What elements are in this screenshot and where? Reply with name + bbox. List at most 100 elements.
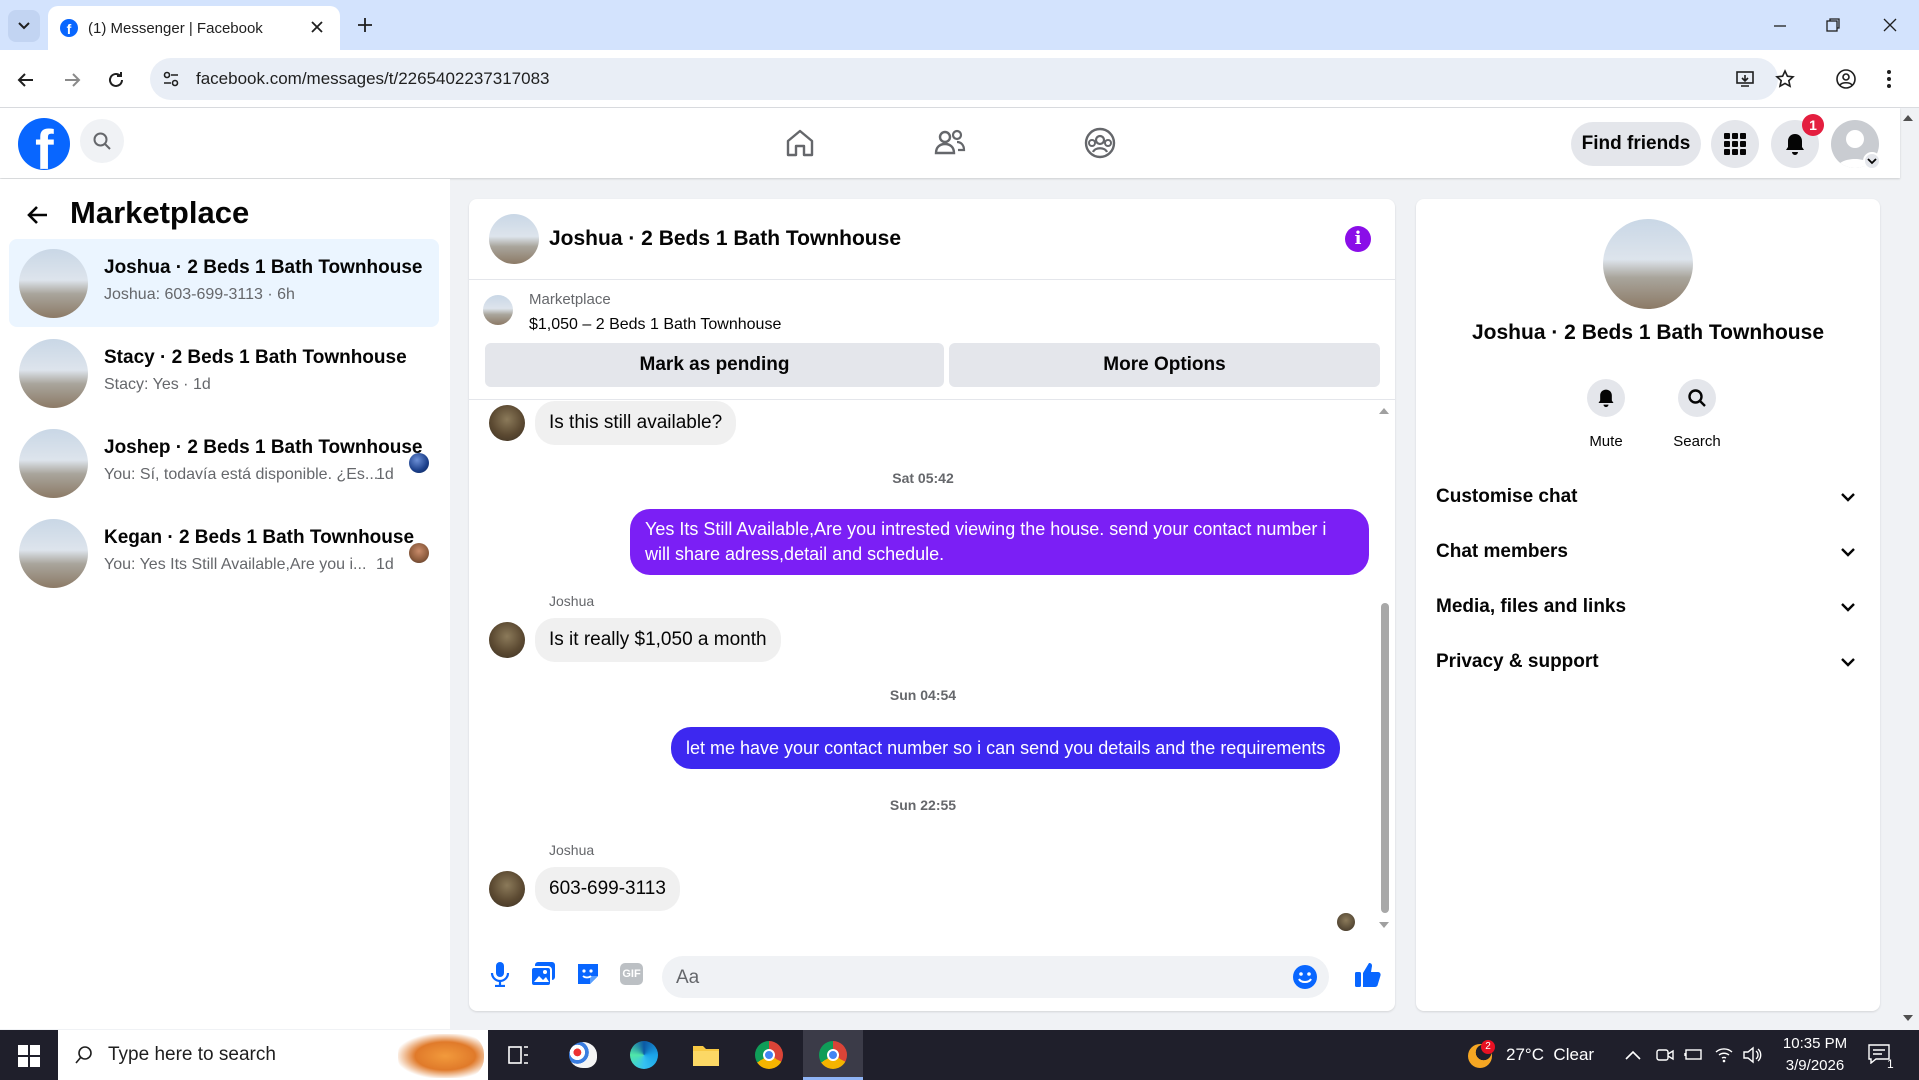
chat-avatar[interactable] — [489, 214, 539, 264]
file-explorer-icon[interactable] — [692, 1042, 720, 1068]
conversation-time: 1d — [376, 556, 394, 573]
back-arrow-icon[interactable] — [26, 203, 50, 227]
conversation-preview: You: Sí, todavía está disponible. ¿Es... — [104, 466, 379, 483]
conversation-info-panel: Joshua · 2 Beds 1 Bath Townhouse Mute Se… — [1416, 199, 1880, 1011]
groups-icon[interactable] — [1083, 126, 1117, 160]
conversation-item[interactable]: Joshua · 2 Beds 1 Bath Townhouse Joshua:… — [9, 239, 439, 327]
search-in-chat-button[interactable]: Search — [1666, 379, 1728, 459]
weather-text[interactable]: 27°C Clear — [1506, 1045, 1594, 1065]
photo-icon[interactable] — [530, 961, 556, 987]
chrome-profile-app-icon[interactable] — [819, 1041, 847, 1069]
search-icon — [93, 132, 111, 150]
sender-avatar — [489, 405, 525, 441]
scroll-down-arrow-icon[interactable] — [1378, 921, 1390, 929]
close-tab-icon[interactable] — [310, 20, 324, 34]
conversation-title: Kegan · 2 Beds 1 Bath Townhouse — [104, 527, 415, 548]
close-window-icon[interactable] — [1882, 17, 1898, 33]
conversation-time: 1d — [376, 466, 394, 483]
friends-icon[interactable] — [933, 127, 967, 159]
back-arrow-icon[interactable] — [16, 70, 36, 90]
chat-header: Joshua · 2 Beds 1 Bath Townhouse i — [469, 199, 1395, 280]
search-label: Search — [1673, 433, 1721, 450]
chat-title[interactable]: Joshua · 2 Beds 1 Bath Townhouse — [549, 227, 901, 251]
customise-chat-row[interactable]: Customise chat — [1436, 478, 1864, 518]
find-friends-button[interactable]: Find friends — [1571, 122, 1701, 166]
volume-icon[interactable] — [1742, 1046, 1762, 1064]
page-scroll-down-icon[interactable] — [1902, 1014, 1914, 1022]
minimize-icon[interactable] — [1772, 18, 1788, 34]
microphone-icon[interactable] — [489, 961, 511, 987]
conversation-list-panel: Marketplace Joshua · 2 Beds 1 Bath Townh… — [0, 179, 450, 1029]
thread-scrollbar[interactable] — [1381, 603, 1389, 913]
conversation-item[interactable]: Joshep · 2 Beds 1 Bath Townhouse You: Sí… — [9, 419, 439, 507]
chevron-up-icon[interactable] — [1625, 1050, 1641, 1060]
row-label: Media, files and links — [1436, 596, 1627, 617]
message-input[interactable]: Aa — [662, 956, 1329, 998]
weather-badge: 2 — [1481, 1040, 1495, 1054]
chevron-down-icon — [1841, 658, 1855, 667]
listing-avatar — [19, 519, 88, 588]
forward-arrow-icon[interactable] — [62, 70, 82, 90]
profile-icon[interactable] — [1835, 68, 1857, 90]
row-label: Privacy & support — [1436, 651, 1599, 672]
conversation-preview: Stacy: Yes · 1d — [104, 376, 211, 393]
windows-start-icon[interactable] — [18, 1045, 40, 1067]
clock-time[interactable]: 10:35 PM — [1782, 1035, 1848, 1052]
message-thread: Is this still available? Sat 05:42 Yes I… — [469, 401, 1395, 941]
scroll-up-arrow-icon[interactable] — [1378, 407, 1390, 415]
site-settings-icon[interactable] — [162, 70, 180, 88]
emoji-icon[interactable] — [1292, 964, 1318, 990]
listing-bar: Marketplace $1,050 – 2 Beds 1 Bath Townh… — [469, 280, 1395, 400]
battery-icon[interactable] — [1684, 1047, 1704, 1063]
wifi-icon[interactable] — [1714, 1045, 1734, 1063]
url-omnibox[interactable]: facebook.com/messages/t/2265402237317083 — [150, 58, 1778, 100]
browser-tab-bar: f (1) Messenger | Facebook — [0, 0, 1919, 50]
conversation-item[interactable]: Kegan · 2 Beds 1 Bath Townhouse You: Yes… — [9, 509, 439, 597]
browser-tab-messenger[interactable]: f (1) Messenger | Facebook — [48, 6, 340, 50]
outgoing-message: Yes Its Still Available,Are you intreste… — [630, 509, 1369, 575]
thumbs-up-icon[interactable] — [1354, 961, 1382, 989]
privacy-support-row[interactable]: Privacy & support — [1436, 643, 1864, 683]
browser-menu-icon[interactable] — [1885, 68, 1893, 90]
info-avatar[interactable] — [1603, 219, 1693, 309]
taskbar-search-box[interactable]: Type here to search — [58, 1030, 488, 1080]
edge-app-icon[interactable] — [630, 1041, 658, 1069]
gif-button[interactable]: GIF — [620, 963, 643, 985]
task-view-icon[interactable] — [508, 1045, 530, 1065]
info-button[interactable]: i — [1345, 226, 1371, 252]
conversation-title: Stacy · 2 Beds 1 Bath Townhouse — [104, 347, 407, 368]
clock-date[interactable]: 3/9/2026 — [1776, 1057, 1854, 1074]
more-options-button[interactable]: More Options — [949, 343, 1380, 387]
notification-badge: 1 — [1802, 114, 1824, 136]
paint-app-icon[interactable] — [569, 1042, 597, 1068]
menu-button[interactable] — [1711, 120, 1759, 168]
listing-name[interactable]: $1,050 – 2 Beds 1 Bath Townhouse — [529, 316, 781, 334]
mark-as-pending-button[interactable]: Mark as pending — [485, 343, 944, 387]
home-icon[interactable] — [784, 127, 816, 159]
mute-button[interactable]: Mute — [1576, 379, 1636, 459]
sticker-icon[interactable] — [575, 961, 601, 987]
chat-panel: Joshua · 2 Beds 1 Bath Townhouse i Marke… — [469, 199, 1395, 1011]
account-chevron[interactable] — [1863, 152, 1881, 170]
facebook-logo-icon[interactable]: f — [18, 118, 70, 170]
listing-thumbnail[interactable] — [483, 295, 513, 325]
search-highlight-image — [398, 1034, 484, 1078]
bell-icon — [1786, 134, 1804, 155]
facebook-header: f Find friends 1 — [0, 108, 1900, 178]
chrome-app-icon[interactable] — [755, 1041, 783, 1069]
search-button[interactable] — [80, 119, 124, 163]
tab-search-button[interactable] — [8, 10, 40, 42]
page-scroll-up-icon[interactable] — [1902, 114, 1914, 122]
media-files-links-row[interactable]: Media, files and links — [1436, 588, 1864, 628]
chat-members-row[interactable]: Chat members — [1436, 533, 1864, 573]
install-app-icon[interactable] — [1735, 69, 1755, 89]
reload-icon[interactable] — [106, 70, 126, 90]
bookmark-star-icon[interactable] — [1775, 69, 1795, 89]
incoming-message: Is this still available? — [535, 401, 737, 445]
listing-avatar — [19, 249, 88, 318]
new-tab-icon[interactable] — [356, 16, 374, 34]
meet-now-icon[interactable] — [1656, 1046, 1674, 1064]
facebook-favicon-icon: f — [60, 19, 78, 37]
conversation-item[interactable]: Stacy · 2 Beds 1 Bath Townhouse Stacy: Y… — [9, 329, 439, 417]
restore-icon[interactable] — [1825, 17, 1841, 33]
